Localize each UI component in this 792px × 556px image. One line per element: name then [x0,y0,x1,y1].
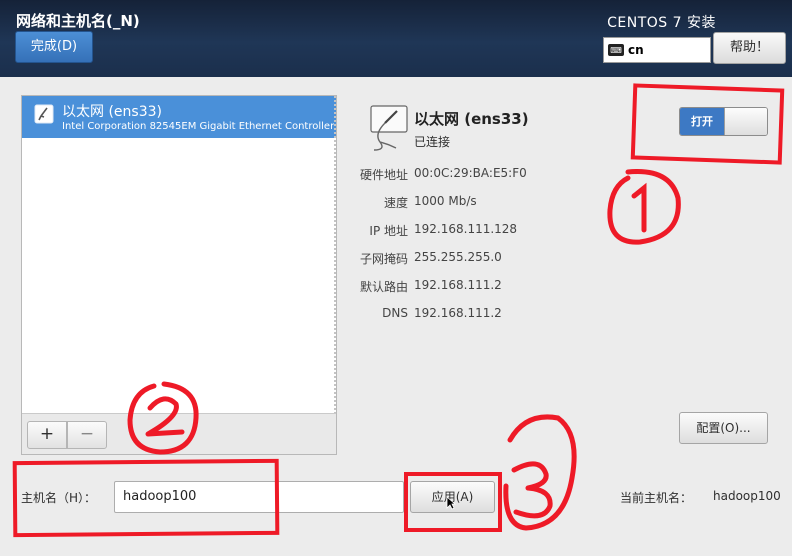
detail-label-route: 默认路由 [359,280,408,294]
keyboard-layout-indicator[interactable]: ⌨ cn [603,37,711,63]
remove-device-button[interactable]: − [67,421,107,449]
device-list: 以太网 (ens33) Intel Corporation 82545EM Gi… [21,95,337,455]
detail-label-hw: 硬件地址 [359,168,408,182]
help-button[interactable]: 帮助！ [713,32,786,64]
detail-value-ip: 192.168.111.128 [414,222,518,236]
annotation-box-hostname [12,458,280,538]
list-scrollbar[interactable] [334,96,336,413]
add-device-button[interactable]: + [27,421,67,449]
detail-label-mask: 子网掩码 [359,252,408,266]
detail-value-hw: 00:0C:29:BA:E5:F0 [414,166,527,180]
keyboard-layout-label: cn [628,43,644,57]
connection-status: 已连接 [414,135,451,149]
annotation-number-3 [503,414,577,531]
annotation-box-toggle [630,83,785,165]
keyboard-icon: ⌨ [608,44,624,56]
detail-label-ip: IP 地址 [369,224,408,238]
annotation-box-apply [404,472,502,532]
current-hostname-value: hadoop100 [713,489,781,503]
device-list-item[interactable]: 以太网 (ens33) Intel Corporation 82545EM Gi… [22,96,336,138]
device-name: 以太网 (ens33) [62,104,162,120]
product-title: CENTOS 7 安装 [607,15,716,31]
device-description: Intel Corporation 82545EM Gigabit Ethern… [62,121,334,132]
network-wired-icon [34,104,54,124]
detail-value-mask: 255.255.255.0 [414,250,502,264]
detail-value-dns: 192.168.111.2 [414,306,502,320]
ethernet-icon [370,105,408,151]
page-title: 网络和主机名(_N) [16,12,140,30]
current-hostname-label: 当前主机名： [620,491,693,505]
annotation-number-1 [607,169,681,245]
device-list-toolbar: + − [22,413,336,454]
detail-value-route: 192.168.111.2 [414,278,502,292]
top-bar: 网络和主机名(_N) 完成(D) CENTOS 7 安装 ⌨ cn 帮助！ [0,0,792,77]
configure-button[interactable]: 配置(O)... [679,412,768,444]
done-button[interactable]: 完成(D) [15,31,93,63]
detail-value-speed: 1000 Mb/s [414,194,477,208]
detail-label-dns: DNS [382,306,408,320]
detail-label-speed: 速度 [383,196,408,210]
connection-name: 以太网 (ens33) [414,110,529,128]
